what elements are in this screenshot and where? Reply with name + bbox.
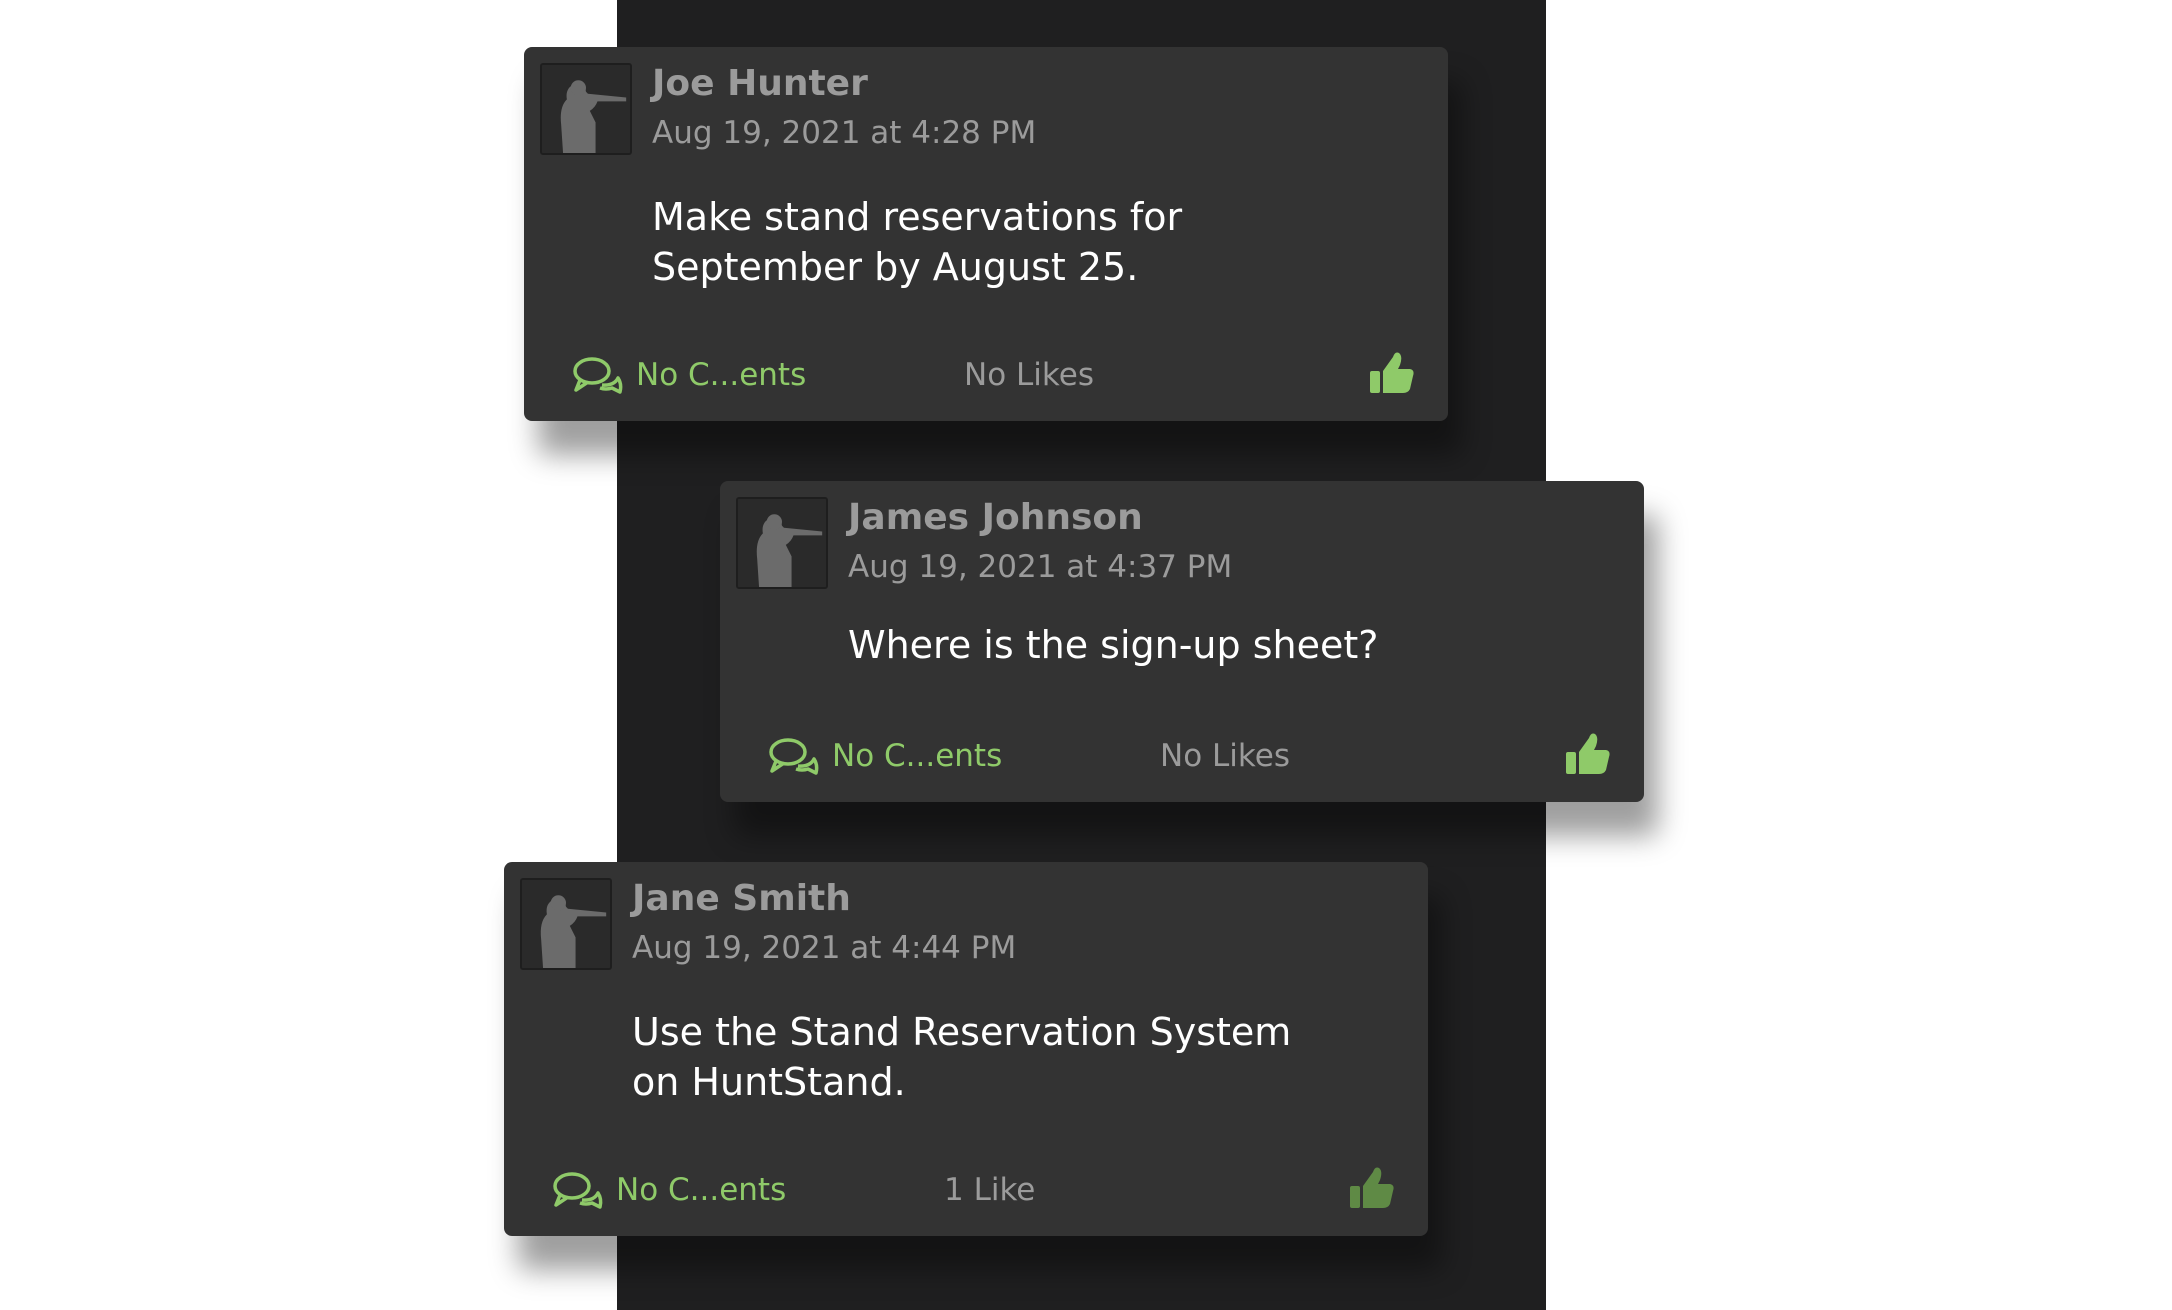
post-timestamp: Aug 19, 2021 at 4:44 PM [632, 930, 1017, 966]
post-footer: No C...ents 1 Like [504, 1162, 1428, 1218]
post-timestamp: Aug 19, 2021 at 4:37 PM [848, 549, 1233, 585]
comments-label: No C...ents [616, 1172, 787, 1208]
post-card: Joe Hunter Aug 19, 2021 at 4:28 PM Make … [524, 47, 1448, 421]
hunter-silhouette-icon [738, 499, 826, 587]
post-card: Jane Smith Aug 19, 2021 at 4:44 PM Use t… [504, 862, 1428, 1236]
post-timestamp: Aug 19, 2021 at 4:28 PM [652, 115, 1037, 151]
comments-icon [769, 738, 819, 775]
avatar[interactable] [540, 63, 632, 155]
like-button[interactable] [1348, 1164, 1396, 1212]
likes-count: No Likes [1160, 738, 1290, 774]
comments-icon [553, 1172, 603, 1209]
comments-button[interactable]: No C...ents [552, 1166, 786, 1214]
post-message: Where is the sign-up sheet? [848, 623, 1379, 667]
post-author[interactable]: Joe Hunter [652, 63, 868, 104]
post-message: Make stand reservations for September by… [652, 195, 1183, 289]
thumbs-up-icon [1566, 733, 1610, 774]
post-card: James Johnson Aug 19, 2021 at 4:37 PM Wh… [720, 481, 1644, 802]
avatar[interactable] [520, 878, 612, 970]
comments-icon [573, 357, 623, 394]
likes-count: No Likes [964, 357, 1094, 393]
post-footer: No C...ents No Likes [524, 347, 1448, 403]
comments-label: No C...ents [636, 357, 807, 393]
comments-button[interactable]: No C...ents [768, 732, 1002, 780]
avatar[interactable] [736, 497, 828, 589]
comments-label: No C...ents [832, 738, 1003, 774]
post-footer: No C...ents No Likes [720, 728, 1644, 784]
thumbs-up-icon [1370, 352, 1414, 393]
likes-count: 1 Like [944, 1172, 1036, 1208]
comments-button[interactable]: No C...ents [572, 351, 806, 399]
like-button[interactable] [1368, 349, 1416, 397]
post-message: Use the Stand Reservation System on Hunt… [632, 1010, 1292, 1104]
hunter-silhouette-icon [522, 880, 610, 968]
hunter-silhouette-icon [542, 65, 630, 153]
post-author[interactable]: Jane Smith [632, 878, 851, 919]
feed-screen: Joe Hunter Aug 19, 2021 at 4:28 PM Make … [0, 0, 2172, 1310]
like-button[interactable] [1564, 730, 1612, 778]
post-author[interactable]: James Johnson [848, 497, 1143, 538]
thumbs-up-icon [1350, 1167, 1394, 1208]
